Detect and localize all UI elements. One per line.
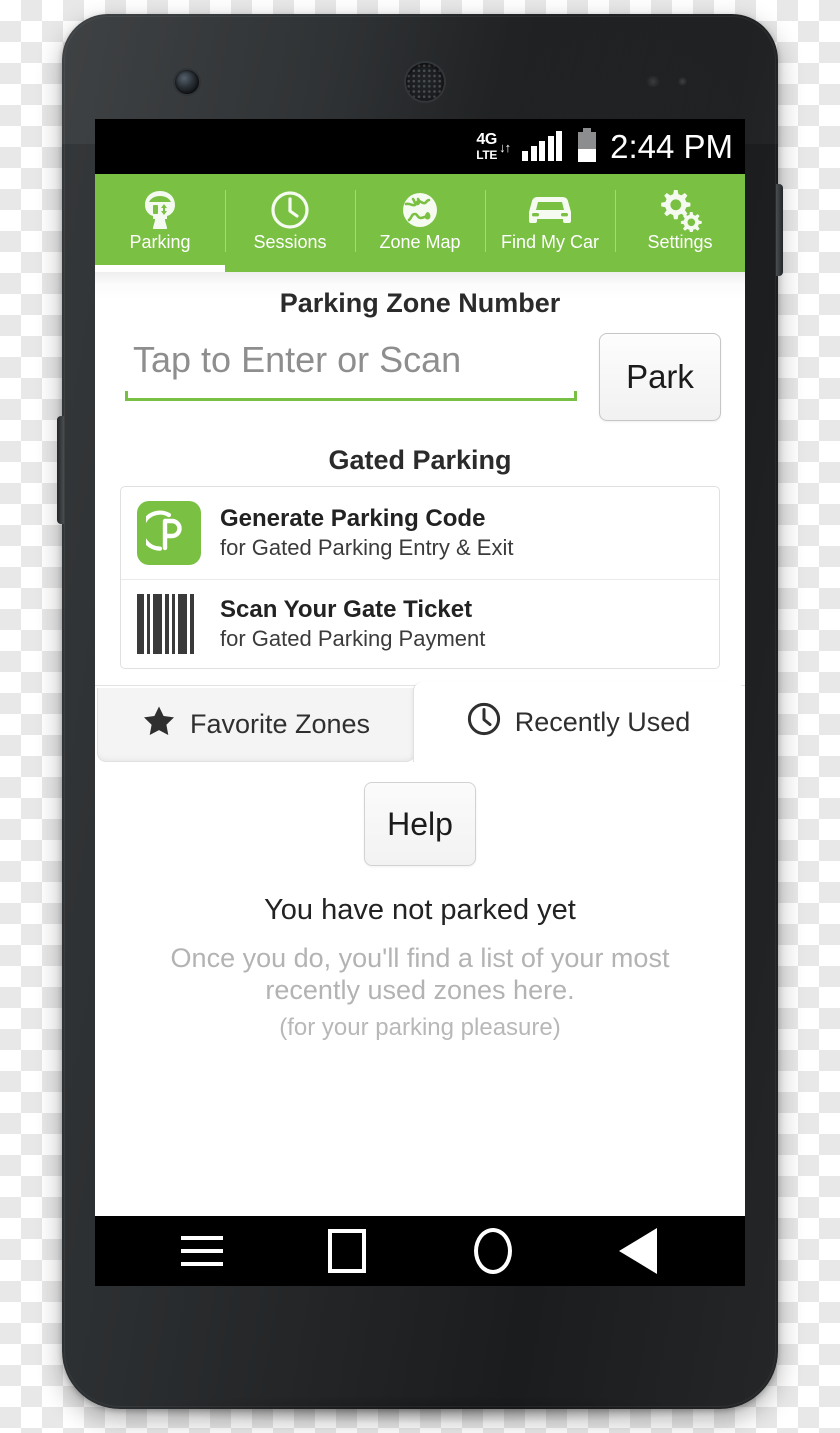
tab-sessions[interactable]: Sessions xyxy=(225,174,355,272)
network-4g-label: 4G xyxy=(476,131,497,148)
tab-recently-used-label: Recently Used xyxy=(514,706,691,737)
android-system-nav-bar xyxy=(95,1216,745,1286)
network-status-group: 4G LTE ↓↑ xyxy=(476,131,511,162)
barcode-icon xyxy=(137,594,201,654)
tab-settings-label: Settings xyxy=(647,232,713,252)
power-button[interactable] xyxy=(776,184,783,276)
gated-parking-title: Gated Parking xyxy=(328,445,512,475)
menu-icon xyxy=(180,1236,223,1266)
main-tab-bar: Parking Sessions Zone Map Find My Car Se… xyxy=(95,174,745,272)
tab-sessions-label: Sessions xyxy=(253,232,327,252)
clock-icon xyxy=(270,189,310,231)
star-icon xyxy=(142,705,176,744)
clock-icon xyxy=(467,702,501,743)
home-button[interactable] xyxy=(460,1225,526,1277)
data-transfer-arrows-icon: ↓↑ xyxy=(499,139,511,155)
tab-find-my-car-label: Find My Car xyxy=(500,232,599,252)
device-shadow xyxy=(110,1395,730,1423)
signal-bars-icon xyxy=(522,130,563,161)
empty-state-title: You have not parked yet xyxy=(264,894,576,926)
zone-entry-row: Park xyxy=(95,319,745,421)
generate-code-texts: Generate Parking Code for Gated Parking … xyxy=(220,504,514,561)
tab-favorite-zones-label: Favorite Zones xyxy=(189,709,371,739)
empty-state-note: (for your parking pleasure) xyxy=(279,1014,561,1042)
generate-code-subtitle: for Gated Parking Entry & Exit xyxy=(220,534,514,560)
back-triangle-icon xyxy=(619,1228,658,1274)
tab-zone-map-label: Zone Map xyxy=(379,232,461,252)
scan-ticket-title: Scan Your Gate Ticket xyxy=(220,595,473,623)
help-button[interactable]: Help xyxy=(364,782,476,866)
input-underline xyxy=(125,391,577,401)
proximity-sensor-icon xyxy=(646,76,660,87)
tab-parking[interactable]: Parking xyxy=(95,174,225,272)
phone-device: 4G LTE ↓↑ 2:44 PM Parking Sessions Zone … xyxy=(57,14,783,1423)
back-button[interactable] xyxy=(605,1225,671,1277)
tab-find-my-car[interactable]: Find My Car xyxy=(485,174,615,272)
front-camera-icon xyxy=(175,70,199,94)
empty-state: You have not parked yet Once you do, you… xyxy=(95,894,745,1042)
home-circle-icon xyxy=(473,1228,512,1274)
scan-gate-ticket-row[interactable]: Scan Your Gate Ticket for Gated Parking … xyxy=(121,579,719,668)
car-icon xyxy=(524,189,576,231)
menu-button[interactable] xyxy=(169,1225,235,1277)
tab-settings[interactable]: Settings xyxy=(615,174,745,272)
globe-icon xyxy=(400,189,440,231)
tab-favorite-zones[interactable]: Favorite Zones xyxy=(97,688,415,762)
battery-icon xyxy=(578,127,597,162)
empty-state-description: Once you do, you'll find a list of your … xyxy=(170,943,670,1005)
tab-zone-map[interactable]: Zone Map xyxy=(355,174,485,272)
zone-input-container xyxy=(125,333,577,401)
park-button[interactable]: Park xyxy=(599,333,721,421)
volume-rocker-button[interactable] xyxy=(57,416,64,524)
network-type-indicator: 4G LTE xyxy=(476,131,498,162)
gated-parking-card: Generate Parking Code for Gated Parking … xyxy=(120,486,720,669)
tab-parking-label: Parking xyxy=(129,232,191,252)
light-sensor-icon xyxy=(678,77,687,86)
app-content: Parking Zone Number Park Gated Parking xyxy=(95,272,745,1216)
status-bar-clock: 2:44 PM xyxy=(610,127,733,165)
recents-square-icon xyxy=(328,1229,367,1273)
page-title: Parking Zone Number xyxy=(279,288,561,318)
list-tab-bar: Favorite Zones Recently Used Help You ha… xyxy=(95,682,745,1041)
generate-parking-code-row[interactable]: Generate Parking Code for Gated Parking … xyxy=(121,487,719,579)
tab-recently-used[interactable]: Recently Used xyxy=(413,682,743,762)
zone-number-input[interactable] xyxy=(125,333,577,391)
generate-code-title: Generate Parking Code xyxy=(220,504,486,532)
network-lte-label: LTE xyxy=(476,148,498,162)
gears-icon xyxy=(657,189,703,232)
status-bar: 4G LTE ↓↑ 2:44 PM xyxy=(95,119,745,174)
earpiece-speaker-icon xyxy=(406,63,444,101)
scan-ticket-subtitle: for Gated Parking Payment xyxy=(220,625,486,651)
parkmobile-p-logo-icon xyxy=(137,501,201,565)
parking-meter-icon xyxy=(142,189,178,231)
phone-screen: 4G LTE ↓↑ 2:44 PM Parking Sessions Zone … xyxy=(95,119,745,1286)
scan-ticket-texts: Scan Your Gate Ticket for Gated Parking … xyxy=(220,595,486,652)
recents-button[interactable] xyxy=(314,1225,380,1277)
